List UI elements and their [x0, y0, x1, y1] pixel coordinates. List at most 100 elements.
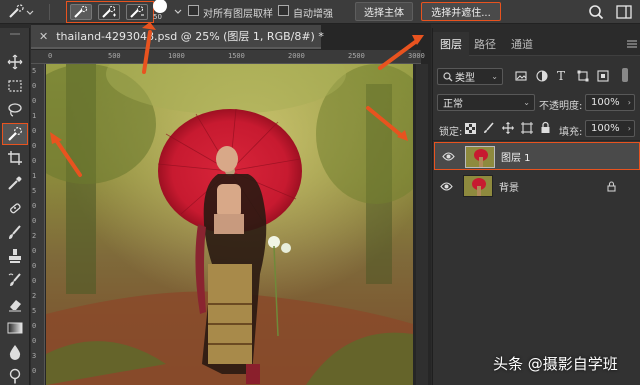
filter-smart-object-icon[interactable] [597, 70, 609, 82]
watermark-text: 头条 @摄影自学班 [493, 355, 618, 373]
dodge-tool-icon[interactable] [4, 366, 26, 385]
lock-icon [607, 180, 616, 192]
crop-tool-icon[interactable] [4, 148, 26, 168]
workspace-icon[interactable] [614, 3, 634, 21]
search-icon[interactable] [586, 3, 606, 21]
layer-name: 图层 1 [501, 152, 531, 164]
ruler-tick-label: 0 [48, 52, 53, 60]
blend-mode-value: 正常 [443, 99, 463, 110]
options-bar: 50 对所有图层取样 自动增强 选择主体 选择并遮住... [0, 0, 640, 24]
ruler-tick-label: 0 [32, 277, 37, 285]
vertical-ruler: 5 0 0 1 0 0 0 1 5 0 0 2 0 0 0 2 5 0 0 3 0 [31, 64, 45, 385]
blur-tool-icon[interactable] [4, 342, 26, 362]
filter-toggle[interactable] [620, 68, 631, 84]
layer-name: 背景 [499, 182, 519, 194]
ruler-tick-label: 2 [32, 232, 37, 240]
blend-mode-select[interactable]: 正常 ⌄ [437, 94, 535, 111]
filter-adjustment-layer-icon[interactable] [536, 70, 548, 82]
ruler-tick-label: 0 [32, 142, 37, 150]
fill-input[interactable]: 100% › [585, 120, 635, 137]
eyedropper-tool-icon[interactable] [4, 173, 26, 193]
lock-label: 锁定: [439, 127, 463, 138]
ruler-tick-label: 1500 [228, 52, 245, 60]
lasso-tool-icon[interactable] [4, 100, 26, 120]
ruler-tick-label: 0 [32, 202, 37, 210]
quick-selection-tool-icon[interactable] [2, 123, 28, 145]
auto-enhance-checkbox[interactable] [278, 5, 289, 16]
ruler-tick-label: 5 [32, 67, 37, 75]
layer-thumbnail [463, 175, 493, 197]
visibility-eye-icon[interactable] [442, 151, 455, 161]
canvas-image[interactable] [46, 64, 413, 385]
brush-size-label: 50 [153, 13, 162, 21]
ruler-tick-label: 1 [32, 172, 37, 180]
document-tab[interactable]: ✕ thailand-4293048.psd @ 25% (图层 1, RGB/… [31, 25, 324, 49]
opacity-label: 不透明度: [539, 101, 583, 112]
brush-tool-icon[interactable] [4, 222, 26, 242]
clone-stamp-tool-icon[interactable] [4, 246, 26, 266]
document-tab-title: thailand-4293048.psd @ 25% (图层 1, RGB/8#… [56, 30, 324, 43]
horizontal-ruler: 0 500 1000 1500 2000 2500 3000 [31, 50, 425, 64]
lock-all-icon[interactable] [540, 121, 551, 134]
ruler-tick-label: 1 [32, 112, 37, 120]
tools-panel [0, 28, 30, 385]
layer-row[interactable]: 背景 [433, 172, 640, 200]
gradient-tool-icon[interactable] [4, 318, 26, 338]
subtract-from-selection-brush-icon[interactable] [126, 4, 148, 20]
lock-image-pixels-icon[interactable] [483, 122, 495, 134]
ruler-tick-label: 5 [32, 187, 37, 195]
close-icon[interactable]: ✕ [39, 30, 48, 43]
lock-position-icon[interactable] [502, 122, 514, 134]
sample-all-layers-checkbox[interactable] [188, 5, 199, 16]
layer-filter-select[interactable]: 类型 ⌄ [437, 68, 503, 85]
fill-label: 填充: [559, 127, 583, 138]
eraser-tool-icon[interactable] [4, 294, 26, 314]
tab-layers[interactable]: 图层 [440, 36, 462, 52]
lock-transparent-pixels-icon[interactable] [465, 123, 476, 134]
layer-thumbnail [465, 146, 495, 168]
ruler-tick-label: 0 [32, 322, 37, 330]
toolbar-collapse-icon[interactable] [4, 30, 26, 38]
filter-pixel-layer-icon[interactable] [515, 70, 527, 82]
healing-brush-tool-icon[interactable] [4, 198, 26, 218]
move-tool-icon[interactable] [4, 52, 26, 72]
divider [433, 140, 640, 141]
selection-mode-group [66, 1, 154, 23]
ruler-tick-label: 0 [32, 247, 37, 255]
tab-channels[interactable]: 通道 [511, 36, 533, 52]
visibility-eye-icon[interactable] [440, 181, 453, 191]
filter-type-layer-icon[interactable]: T [557, 69, 565, 83]
vertical-scrollbar[interactable] [416, 64, 428, 385]
separator [40, 3, 58, 21]
lock-artboard-icon[interactable] [521, 122, 533, 134]
new-selection-brush-icon[interactable] [70, 4, 92, 20]
chevron-down-icon[interactable] [172, 3, 184, 21]
ruler-tick-label: 0 [32, 367, 37, 375]
opacity-input[interactable]: 100% › [585, 94, 635, 111]
sample-all-layers-label: 对所有图层取样 [203, 9, 273, 20]
auto-enhance-label: 自动增强 [293, 9, 333, 20]
ruler-tick-label: 3 [32, 352, 37, 360]
layers-panel: 图层 路径 通道 类型 ⌄ T 正常 ⌄ 不透明度: 100% › 锁定: 填充… [432, 28, 640, 385]
filter-shape-layer-icon[interactable] [577, 70, 589, 82]
select-subject-button[interactable]: 选择主体 [355, 2, 413, 21]
ruler-tick-label: 2 [32, 292, 37, 300]
chevron-down-icon: › [627, 124, 631, 133]
tab-paths[interactable]: 路径 [474, 36, 496, 52]
panel-menu-icon[interactable] [627, 40, 637, 48]
ruler-tick-label: 500 [108, 52, 121, 60]
add-to-selection-brush-icon[interactable] [98, 4, 120, 20]
layer-row-selected[interactable]: 图层 1 [434, 142, 640, 170]
ruler-tick-label: 1000 [168, 52, 185, 60]
opacity-value: 100% [591, 97, 620, 108]
ruler-tick-label: 2000 [288, 52, 305, 60]
ruler-tick-label: 0 [32, 127, 37, 135]
chevron-down-icon: › [627, 98, 631, 107]
select-and-mask-button[interactable]: 选择并遮住... [421, 2, 501, 21]
ruler-tick-label: 3000 [408, 52, 425, 60]
layer-filter-label: 类型 [455, 73, 475, 84]
history-brush-tool-icon[interactable] [4, 270, 26, 290]
marquee-tool-icon[interactable] [4, 76, 26, 96]
quick-selection-tool-preset-icon[interactable] [6, 3, 36, 21]
chevron-down-icon: ⌄ [523, 98, 530, 107]
